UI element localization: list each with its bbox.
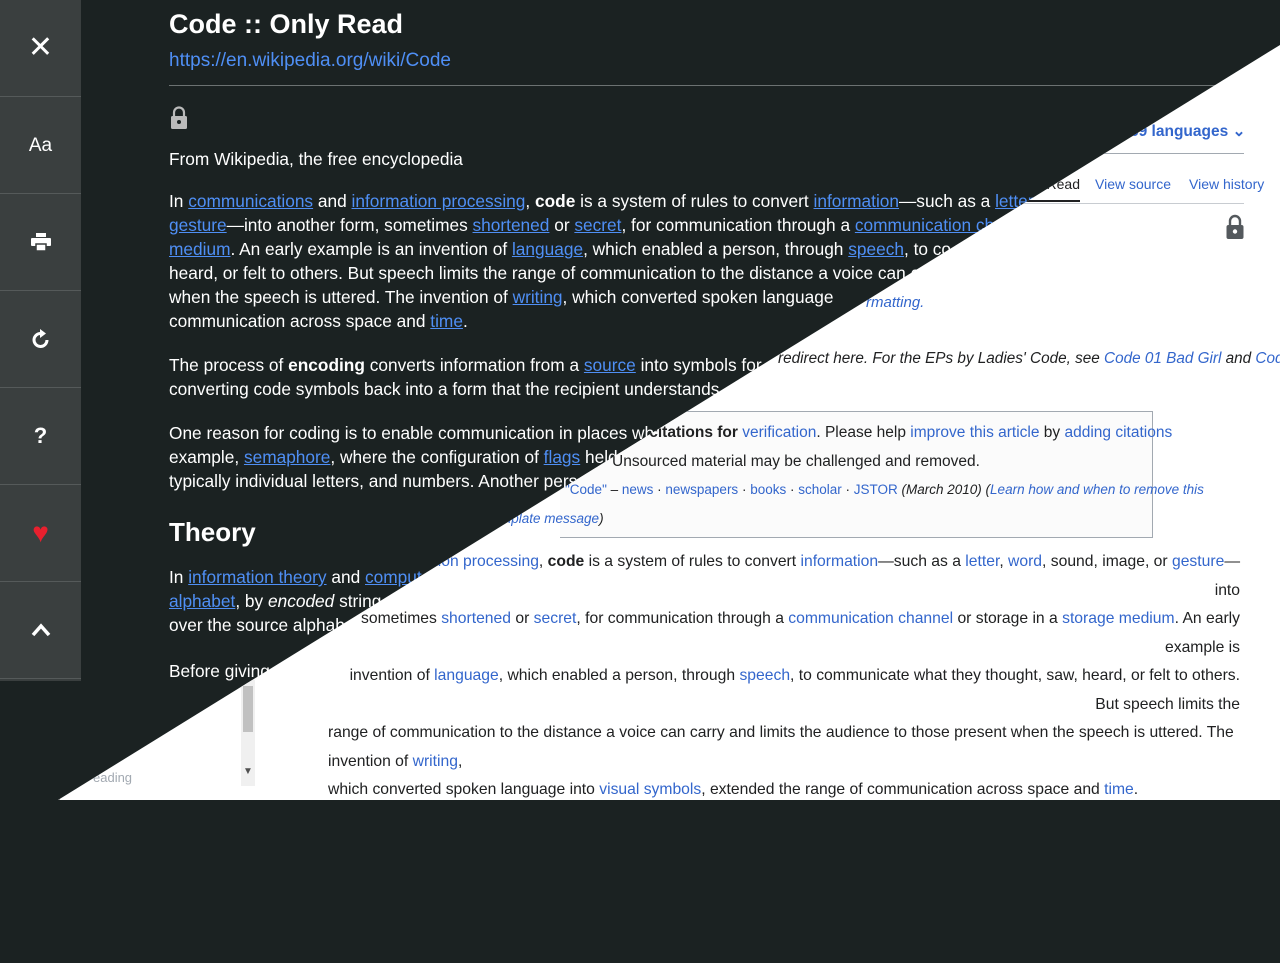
link[interactable]: semaphore xyxy=(244,447,330,467)
print-button[interactable] xyxy=(0,194,81,291)
link[interactable]: information processing xyxy=(352,191,526,211)
link[interactable]: speech xyxy=(848,239,904,259)
link[interactable]: improve this article xyxy=(910,424,1039,441)
tab-view-history[interactable]: View history xyxy=(1189,176,1264,202)
link[interactable]: shortened xyxy=(441,610,511,627)
chevron-up-icon xyxy=(31,623,50,637)
link[interactable]: writing xyxy=(513,287,563,307)
chevron-down-icon: ⌄ xyxy=(1232,123,1246,140)
page-title: Code :: Only Read xyxy=(169,9,404,39)
reader-toolbar: ✕ Aa ? ♥ xyxy=(0,0,81,681)
link[interactable]: rmatting. xyxy=(866,294,924,311)
notice-text: Unsourced material may be challenged and… xyxy=(612,453,980,470)
link[interactable]: visual symbols xyxy=(599,781,701,798)
link[interactable]: information xyxy=(800,553,878,570)
link[interactable]: flags xyxy=(544,447,581,467)
link[interactable]: medium xyxy=(169,239,230,259)
paragraph: One reason for coding is to enable commu… xyxy=(328,911,1178,957)
link[interactable]: communications xyxy=(188,191,313,211)
find-sources: "Code" – news · newspapers · books · sch… xyxy=(565,482,1204,497)
link[interactable]: Learn how and when to remove this xyxy=(990,482,1204,497)
link[interactable]: source xyxy=(705,818,752,835)
favorite-button[interactable]: ♥ xyxy=(0,485,81,582)
paragraph: The process of encoding converts informa… xyxy=(328,817,1230,892)
article-body: and information processing, code is a sy… xyxy=(328,548,1240,957)
link[interactable]: news xyxy=(622,482,654,497)
help-icon: ? xyxy=(33,423,48,448)
help-button[interactable]: ? xyxy=(0,388,81,485)
close-button[interactable]: ✕ xyxy=(0,0,81,97)
link[interactable]: adding citations xyxy=(1064,424,1172,441)
notice-text: al citations for verification. Please he… xyxy=(632,424,1173,441)
font-size-icon: Aa xyxy=(28,134,53,156)
link[interactable]: shortened xyxy=(473,215,550,235)
link[interactable]: "Code" xyxy=(565,482,607,497)
link[interactable]: secret xyxy=(574,215,621,235)
link[interactable]: time xyxy=(1104,781,1134,798)
link[interactable]: information xyxy=(814,191,900,211)
link[interactable]: communication ch xyxy=(855,215,994,235)
paragraph: and information processing, code is a sy… xyxy=(349,553,1240,713)
link[interactable]: storage medium xyxy=(1062,610,1174,627)
paragraph: range of communication to the distance a… xyxy=(328,724,1234,798)
tagline: From Wikipedia, the free encyclopedia xyxy=(169,149,463,169)
divider xyxy=(169,85,1245,86)
link[interactable]: word xyxy=(1008,553,1042,570)
refresh-icon xyxy=(32,329,48,348)
link[interactable]: language xyxy=(512,239,583,259)
close-icon: ✕ xyxy=(27,31,54,64)
link[interactable]: JSTOR xyxy=(854,482,898,497)
lock-icon xyxy=(1226,214,1244,239)
divider xyxy=(1000,203,1244,204)
link[interactable]: gesture xyxy=(169,215,227,235)
link[interactable]: letter xyxy=(965,553,999,570)
link[interactable]: Code 01 Bad Girl xyxy=(1104,350,1221,367)
scroll-top-button[interactable] xyxy=(0,582,81,679)
refresh-button[interactable] xyxy=(0,291,81,388)
link[interactable]: information theory xyxy=(188,567,326,587)
link[interactable]: newspapers xyxy=(665,482,738,497)
hatnote: redirect here. For the EPs by Ladies' Co… xyxy=(778,350,1280,368)
link[interactable]: scholar xyxy=(798,482,842,497)
link[interactable]: source xyxy=(584,355,636,375)
link[interactable]: secret xyxy=(534,610,577,627)
link[interactable]: Code xyxy=(1255,350,1280,367)
link[interactable]: books xyxy=(750,482,786,497)
print-icon xyxy=(30,233,51,251)
lock-icon xyxy=(171,106,187,129)
link[interactable]: alphabet xyxy=(169,591,235,611)
link[interactable]: writing xyxy=(413,753,458,770)
link[interactable]: gesture xyxy=(1172,553,1224,570)
link[interactable]: language xyxy=(434,667,499,684)
source-url-link[interactable]: https://en.wikipedia.org/wiki/Code xyxy=(169,50,1049,72)
scrollbar-thumb[interactable] xyxy=(243,686,253,732)
link[interactable]: communication channel xyxy=(788,610,953,627)
tab-view-source[interactable]: View source xyxy=(1095,176,1171,202)
scroll-down-arrow-icon[interactable]: ▼ xyxy=(243,766,253,777)
heart-icon: ♥ xyxy=(32,517,49,548)
link[interactable]: time xyxy=(430,311,463,331)
link[interactable]: speech xyxy=(739,667,790,684)
font-size-button[interactable]: Aa xyxy=(0,97,81,194)
link[interactable]: verification xyxy=(742,424,816,441)
link[interactable]: plain language xyxy=(856,911,958,928)
